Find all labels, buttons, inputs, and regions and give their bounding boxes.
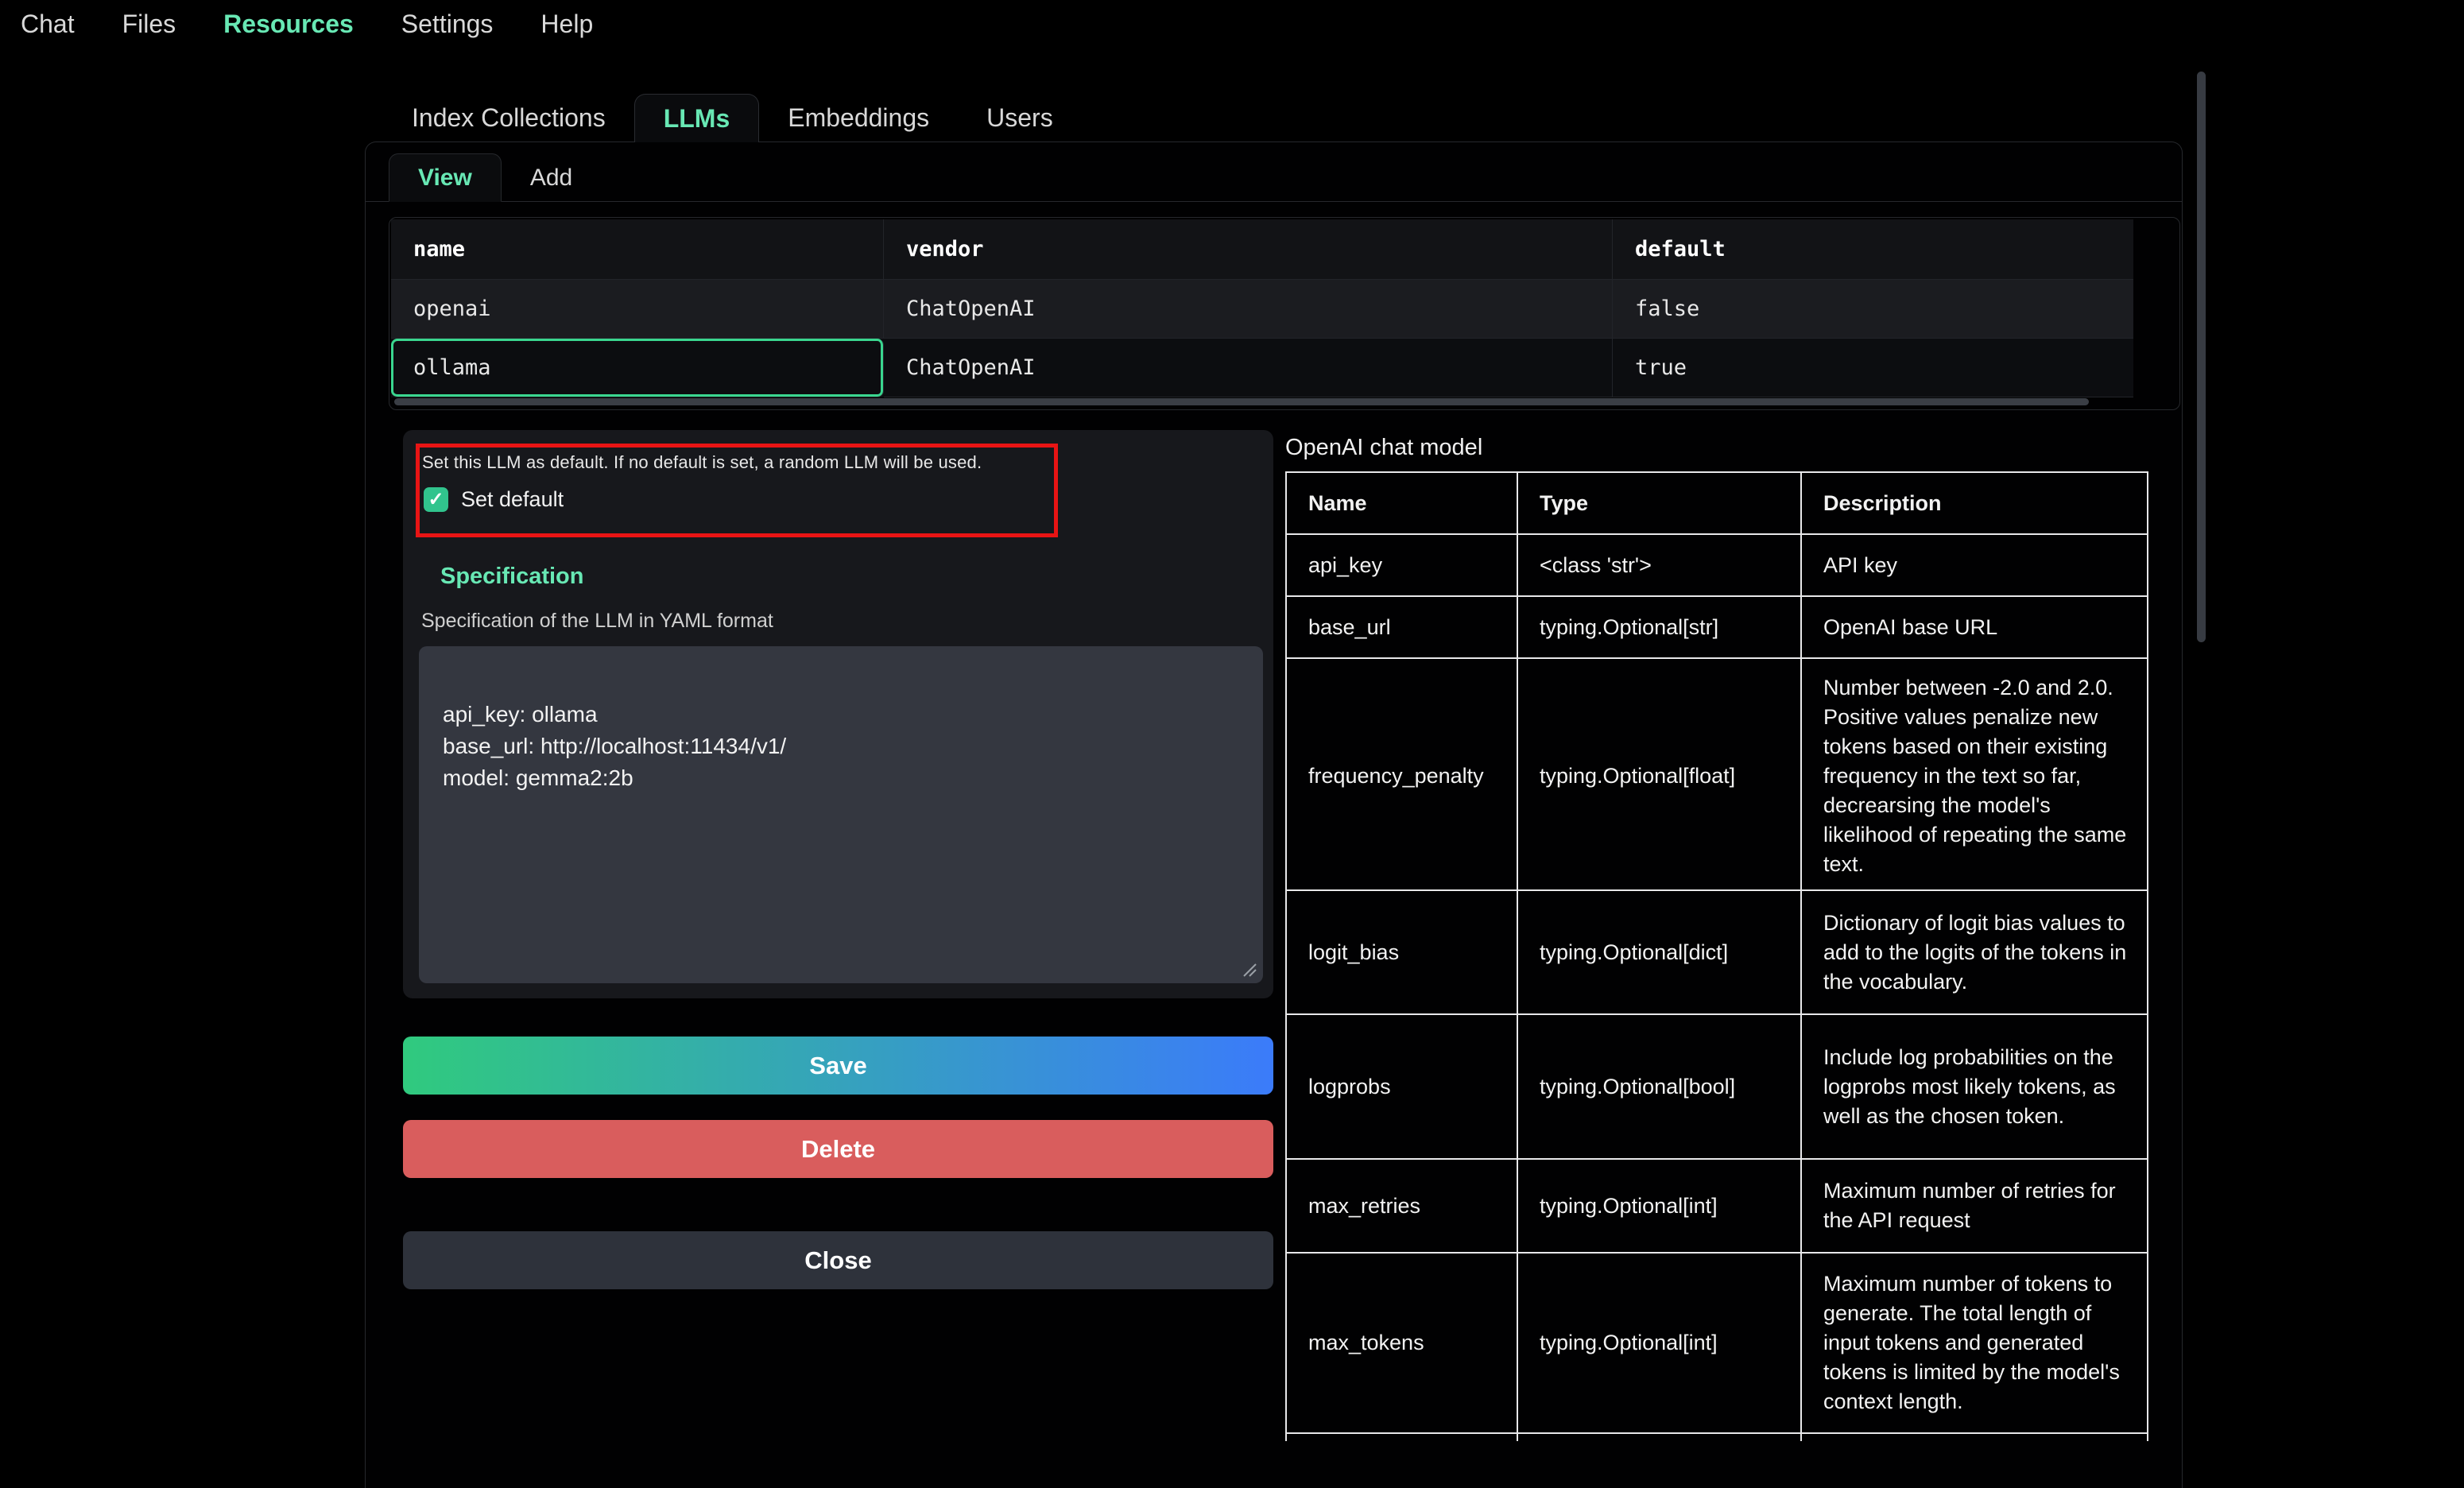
llm-cell-openai-vendor[interactable]: ChatOpenAI	[884, 280, 1613, 339]
main-panel: ViewAdd namevendordefaultopenaiChatOpenA…	[365, 141, 2183, 1488]
nav-item-files[interactable]: Files	[122, 10, 176, 39]
llm-row-openai[interactable]: openaiChatOpenAIfalse	[391, 280, 2133, 339]
model-cell-type: typing.Optional[dict]	[1517, 891, 1800, 1013]
model-cell-empty	[1517, 1434, 1800, 1441]
model-row-partial	[1287, 1432, 2147, 1441]
yaml-format-label: Specification of the LLM in YAML format	[421, 610, 773, 633]
model-cell-description: Maximum number of retries for the API re…	[1800, 1160, 2147, 1252]
subtab-view[interactable]: View	[389, 153, 502, 202]
llm-column-header-vendor: vendor	[884, 219, 1613, 280]
model-row-frequency_penalty: frequency_penaltytyping.Optional[float]N…	[1287, 657, 2147, 889]
model-row-logit_bias: logit_biastyping.Optional[dict]Dictionar…	[1287, 889, 2147, 1013]
model-cell-name: max_retries	[1287, 1160, 1517, 1252]
model-row-base_url: base_urltyping.Optional[str]OpenAI base …	[1287, 595, 2147, 657]
model-cell-description: OpenAI base URL	[1800, 597, 2147, 657]
model-info-table: NameTypeDescriptionapi_key<class 'str'>A…	[1285, 471, 2148, 1441]
model-cell-name: api_key	[1287, 535, 1517, 595]
model-column-header-type: Type	[1517, 473, 1800, 533]
model-cell-name: frequency_penalty	[1287, 659, 1517, 893]
close-button[interactable]: Close	[403, 1231, 1273, 1289]
model-column-header-name: Name	[1287, 473, 1517, 533]
model-cell-empty	[1287, 1434, 1517, 1441]
model-row-max_tokens: max_tokenstyping.Optional[int]Maximum nu…	[1287, 1252, 2147, 1432]
model-info-clip: NameTypeDescriptionapi_key<class 'str'>A…	[1285, 471, 2152, 1441]
model-cell-type: typing.Optional[str]	[1517, 597, 1800, 657]
model-cell-name: logprobs	[1287, 1015, 1517, 1158]
default-hint-text: Set this LLM as default. If no default i…	[422, 452, 1042, 473]
delete-button[interactable]: Delete	[403, 1120, 1273, 1178]
model-cell-description: Dictionary of logit bias values to add t…	[1800, 891, 2147, 1013]
model-cell-description: Maximum number of tokens to generate. Th…	[1800, 1254, 2147, 1432]
model-row-api_key: api_key<class 'str'>API key	[1287, 533, 2147, 595]
yaml-spec-text: api_key: ollama base_url: http://localho…	[443, 702, 786, 790]
model-cell-type: typing.Optional[float]	[1517, 659, 1800, 893]
nav-item-help[interactable]: Help	[540, 10, 593, 39]
yaml-spec-textarea[interactable]: api_key: ollama base_url: http://localho…	[419, 646, 1263, 983]
horizontal-scrollbar-thumb[interactable]	[394, 398, 2089, 405]
model-row-max_retries: max_retriestyping.Optional[int]Maximum n…	[1287, 1158, 2147, 1252]
llm-cell-ollama-default[interactable]: true	[1613, 339, 2133, 397]
llm-table: namevendordefaultopenaiChatOpenAIfalseol…	[391, 219, 2133, 397]
set-default-row: ✓ Set default	[424, 487, 564, 512]
model-cell-name: logit_bias	[1287, 891, 1517, 1013]
llm-cell-ollama-vendor[interactable]: ChatOpenAI	[884, 339, 1613, 397]
model-cell-name: max_tokens	[1287, 1254, 1517, 1432]
set-default-checkbox[interactable]: ✓	[424, 487, 448, 512]
model-cell-description: Include log probabilities on the logprob…	[1800, 1015, 2147, 1158]
tab-index-collections[interactable]: Index Collections	[383, 94, 634, 142]
model-cell-description: Number between -2.0 and 2.0. Positive va…	[1800, 659, 2147, 893]
subtab-add[interactable]: Add	[502, 153, 601, 202]
model-cell-description: API key	[1800, 535, 2147, 595]
llm-detail-panel: Set this LLM as default. If no default i…	[403, 430, 1273, 998]
tab-users[interactable]: Users	[958, 94, 1082, 142]
main-tabs: Index CollectionsLLMsEmbeddingsUsers	[383, 94, 1082, 142]
model-column-header-description: Description	[1800, 473, 2147, 533]
llm-cell-openai-name[interactable]: openai	[391, 280, 884, 339]
nav-item-settings[interactable]: Settings	[401, 10, 494, 39]
model-cell-type: typing.Optional[bool]	[1517, 1015, 1800, 1158]
nav-item-chat[interactable]: Chat	[21, 10, 75, 39]
llm-table-header-row: namevendordefault	[391, 219, 2133, 280]
nav-item-resources[interactable]: Resources	[223, 10, 354, 39]
model-cell-type: typing.Optional[int]	[1517, 1160, 1800, 1252]
llm-row-ollama[interactable]: ollamaChatOpenAItrue	[391, 339, 2133, 397]
llm-column-header-default: default	[1613, 219, 2133, 280]
llm-column-header-name: name	[391, 219, 884, 280]
set-default-label: Set default	[461, 487, 564, 512]
model-cell-type: typing.Optional[int]	[1517, 1254, 1800, 1432]
sub-tabs: ViewAdd	[366, 153, 2182, 202]
model-table-header-row: NameTypeDescription	[1287, 473, 2147, 533]
app-root: { "nav": { "items": [ { "label": "Chat",…	[0, 0, 2464, 1488]
llm-table-container: namevendordefaultopenaiChatOpenAIfalseol…	[389, 217, 2180, 410]
model-cell-type: <class 'str'>	[1517, 535, 1800, 595]
llm-cell-openai-default[interactable]: false	[1613, 280, 2133, 339]
model-info-title: OpenAI chat model	[1285, 435, 1482, 461]
tab-embeddings[interactable]: Embeddings	[759, 94, 958, 142]
llm-cell-ollama-name[interactable]: ollama	[391, 339, 884, 397]
tab-llms[interactable]: LLMs	[634, 94, 760, 142]
textarea-resize-handle-icon[interactable]	[1241, 961, 1257, 977]
save-button[interactable]: Save	[403, 1037, 1273, 1095]
top-nav: Chat Files Resources Settings Help	[21, 10, 593, 39]
model-cell-name: base_url	[1287, 597, 1517, 657]
model-cell-empty	[1800, 1434, 2147, 1441]
model-row-logprobs: logprobstyping.Optional[bool]Include log…	[1287, 1013, 2147, 1158]
specification-heading: Specification	[440, 564, 584, 590]
vertical-scrollbar-thumb[interactable]	[2197, 72, 2206, 642]
